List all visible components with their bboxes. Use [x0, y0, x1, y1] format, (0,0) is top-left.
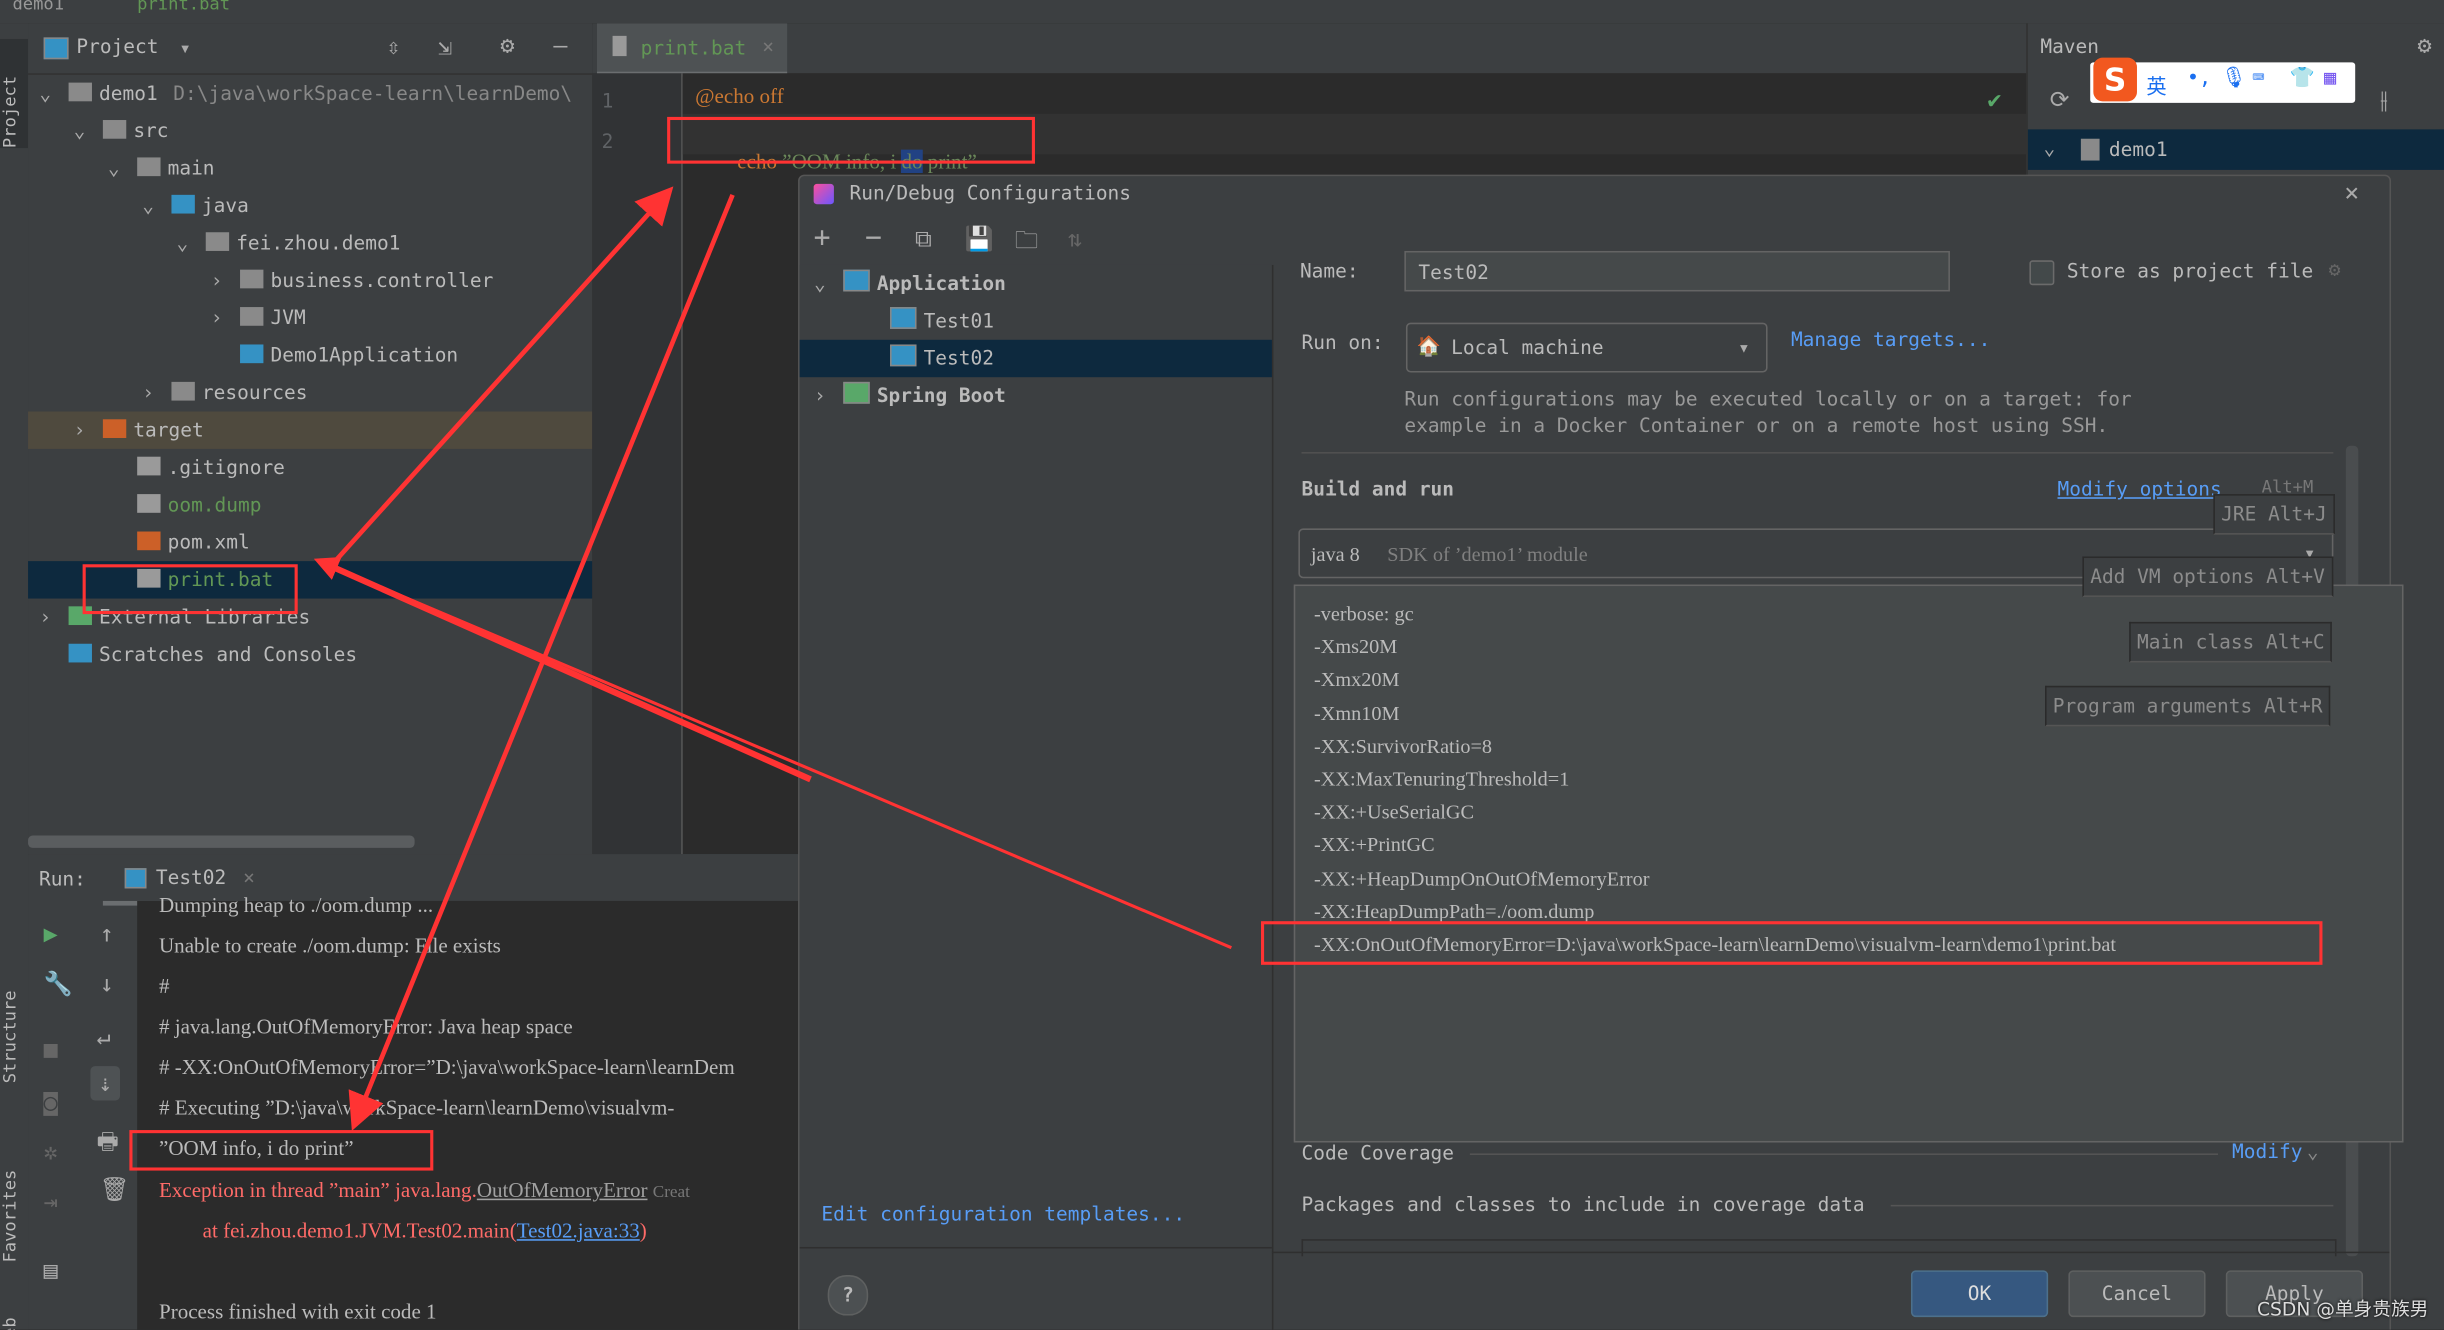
highlight-box-editor-echo: [667, 116, 1035, 164]
arrow-thick-segment: [318, 558, 812, 783]
annotation-overlay: [82, 116, 2323, 1171]
highlight-box-onoutofmemory: [1260, 921, 2323, 965]
highlight-box-console-output: [129, 1130, 434, 1171]
highlight-box-print-bat: [82, 564, 298, 615]
ide-window: demo1 print.bat Project Structure Favori…: [0, 0, 2444, 1330]
arrow-file-to-editor: [333, 186, 674, 563]
